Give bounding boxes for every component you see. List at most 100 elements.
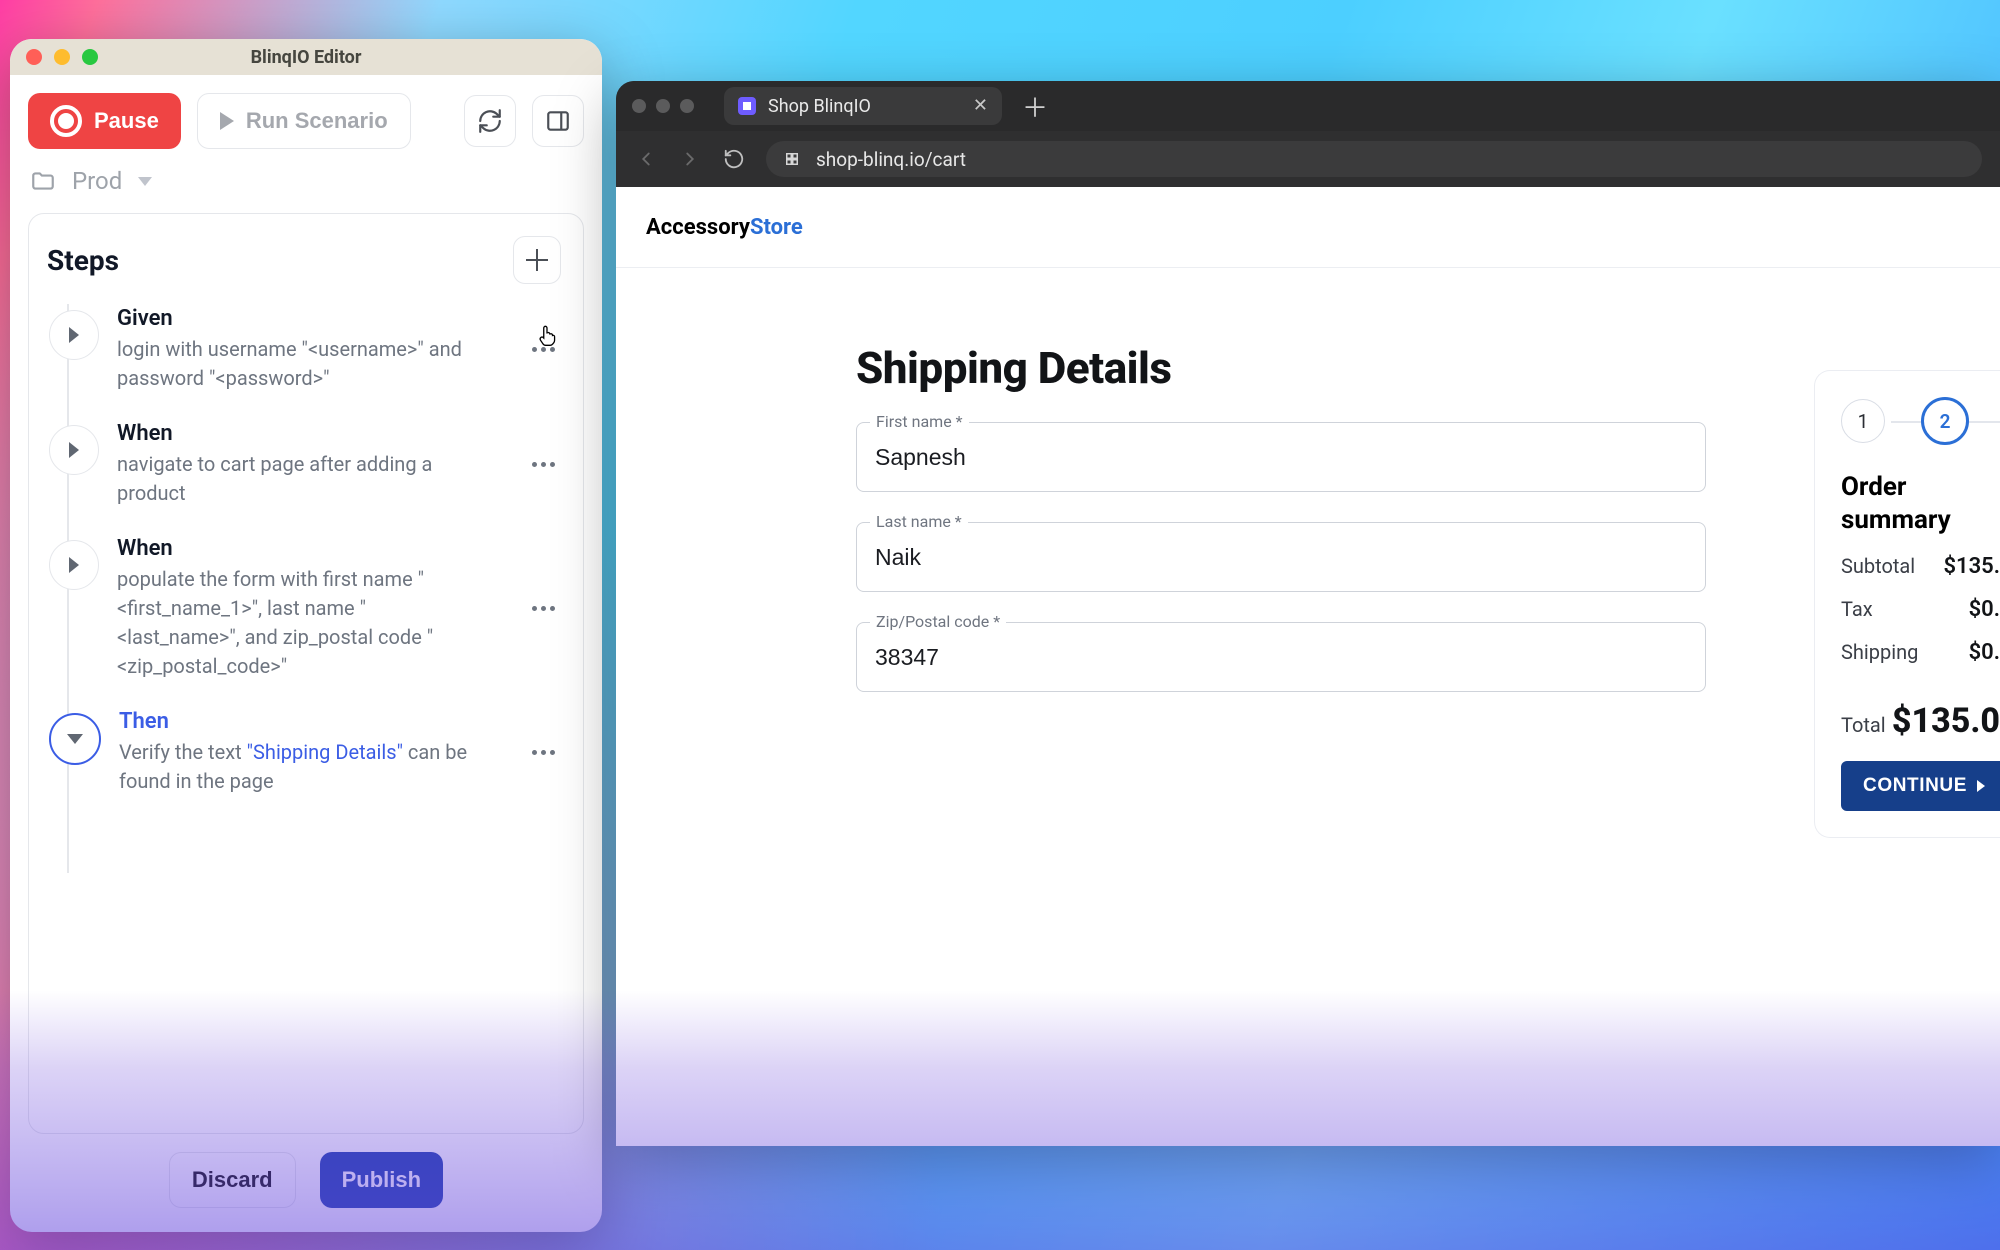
summary-subtotal-value: $135. [1943,554,2000,579]
url-bar[interactable]: shop-blinq.io/cart [766,141,1982,177]
step-expand-toggle[interactable] [49,713,101,765]
editor-window: BlinqIO Editor Pause Run Scenario [10,39,602,1232]
step-row[interactable]: When populate the form with first name "… [43,528,569,689]
continue-button[interactable]: CONTINUE [1841,761,2000,811]
tab-favicon-icon [738,97,756,115]
last-name-label: Last name * [870,512,968,531]
step-expand-toggle[interactable] [49,425,99,475]
play-icon [220,112,234,130]
browser-traffic-dots[interactable] [632,99,694,113]
step-keyword: Then [119,709,505,734]
window-zoom-dot[interactable] [82,49,98,65]
last-name-field-wrap: Last name * [856,522,1706,592]
steps-list: Given login with username "<username>" a… [43,298,569,804]
summary-subtotal-label: Subtotal [1841,554,1915,579]
editor-toolbar: Pause Run Scenario [10,75,602,157]
page-content: AccessoryStore Shipping Details First na… [616,187,2000,1146]
window-close-dot[interactable] [26,49,42,65]
step-row[interactable]: When navigate to cart page after adding … [43,413,569,516]
window-minimize-dot[interactable] [54,49,70,65]
environment-selector[interactable]: Prod [10,157,602,213]
more-icon [532,606,555,611]
chevron-right-icon [1977,780,1985,792]
sync-button[interactable] [464,95,516,147]
steps-title: Steps [47,244,119,277]
browser-window: Shop BlinqIO ✕ ＋ shop-blinq.io/cart [616,81,2000,1146]
url-text: shop-blinq.io/cart [816,148,966,171]
summary-subtotal-row: Subtotal $135. [1841,554,2000,579]
editor-footer: Discard Publish [10,1134,602,1232]
editor-title: BlinqIO Editor [10,47,602,68]
editor-titlebar[interactable]: BlinqIO Editor [10,39,602,75]
plus-icon [526,249,548,271]
order-summary-title: Order summary [1841,471,2000,536]
step-description: populate the form with first name "<firs… [117,565,467,681]
chevron-down-icon [138,177,152,186]
stepper-step-1[interactable]: 1 [1841,399,1885,443]
nav-forward-button[interactable] [678,147,702,171]
panel-toggle-button[interactable] [532,95,584,147]
record-icon [50,105,82,137]
pause-label: Pause [94,108,159,134]
more-icon [532,462,555,467]
step-more-button[interactable] [523,589,563,629]
order-summary-card: 1 2 Order summary Subtotal $135. Tax $0.… [1814,370,2000,838]
step-keyword: When [117,536,505,561]
chevron-right-icon [69,327,79,343]
publish-button[interactable]: Publish [320,1152,443,1208]
step-description: navigate to cart page after adding a pro… [117,450,467,508]
chevron-down-icon [67,734,83,744]
new-tab-button[interactable]: ＋ [1014,88,1056,125]
step-row-active[interactable]: Then Verify the text "Shipping Details" … [43,701,569,804]
first-name-input[interactable] [856,422,1706,492]
tab-title: Shop BlinqIO [768,96,961,117]
chevron-right-icon [69,557,79,573]
step-expand-toggle[interactable] [49,540,99,590]
stepper-step-2[interactable]: 2 [1921,397,1969,445]
zip-input[interactable] [856,622,1706,692]
zip-field-wrap: Zip/Postal code * [856,622,1706,692]
step-more-button[interactable] [523,445,563,485]
summary-shipping-value: $0. [1969,640,2000,665]
store-header: AccessoryStore [616,187,2000,268]
step-more-button[interactable] [523,330,563,370]
run-scenario-button[interactable]: Run Scenario [197,93,411,149]
last-name-input[interactable] [856,522,1706,592]
environment-name: Prod [72,167,122,195]
step-description: Verify the text "Shipping Details" can b… [119,738,469,796]
summary-shipping-label: Shipping [1841,640,1918,665]
more-icon [532,347,555,352]
step-description: login with username "<username>" and pas… [117,335,467,393]
pause-button[interactable]: Pause [28,93,181,149]
step-row[interactable]: Given login with username "<username>" a… [43,298,569,401]
add-step-button[interactable] [513,236,561,284]
summary-total-label: Total [1841,713,1886,737]
folder-icon [30,168,56,194]
steps-card: Steps Given login with username "<userna… [28,213,584,1134]
step-keyword: When [117,421,505,446]
browser-tab-active[interactable]: Shop BlinqIO ✕ [724,87,1002,125]
nav-reload-button[interactable] [722,147,746,171]
summary-tax-value: $0. [1969,597,2000,622]
first-name-label: First name * [870,412,969,431]
step-keyword: Given [117,306,505,331]
shipping-form: Shipping Details First name * Last name … [856,342,1706,722]
sync-icon [477,108,503,134]
brand-accent: Store [750,215,803,240]
summary-tax-label: Tax [1841,597,1873,622]
panel-icon [545,108,571,134]
site-info-icon[interactable] [782,149,802,169]
discard-button[interactable]: Discard [169,1152,296,1208]
step-expand-toggle[interactable] [49,310,99,360]
page-title: Shipping Details [856,342,1706,394]
tab-close-icon[interactable]: ✕ [973,97,988,115]
step-more-button[interactable] [523,733,563,773]
store-brand[interactable]: AccessoryStore [646,215,803,240]
brand-primary: Accessory [646,215,750,240]
summary-tax-row: Tax $0. [1841,597,2000,622]
nav-back-button[interactable] [634,147,658,171]
summary-shipping-row: Shipping $0. [1841,640,2000,665]
more-icon [532,750,555,755]
browser-tabbar: Shop BlinqIO ✕ ＋ [616,81,2000,131]
checkout-stepper: 1 2 [1841,397,2000,445]
